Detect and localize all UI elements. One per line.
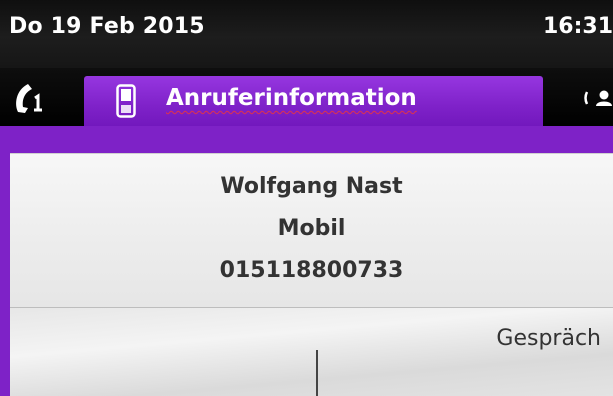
tab-contacts[interactable] — [580, 68, 613, 126]
softkey-area: Gespräch — [10, 307, 613, 396]
tab-caller-info[interactable]: Anruferinformation — [84, 76, 543, 126]
caller-info-panel: Wolfgang Nast Mobil 015118800733 — [10, 153, 613, 307]
tab-bar: Anruferinformation — [0, 68, 613, 126]
caller-number: 015118800733 — [219, 258, 404, 283]
clock-display: 16:31 — [542, 14, 613, 39]
mobile-phone-icon — [116, 84, 136, 122]
caller-name: Wolfgang Nast — [220, 174, 403, 199]
date-display: Do 19 Feb 2015 — [9, 14, 205, 39]
status-bar: Do 19 Feb 2015 16:31 — [0, 0, 613, 68]
phone-screen: Do 19 Feb 2015 16:31 Anruferinformation — [0, 0, 613, 396]
softkey-conversation-button[interactable]: Gespräch — [496, 326, 601, 351]
caller-number-type: Mobil — [277, 216, 346, 241]
tab-caller-info-label: Anruferinformation — [166, 85, 417, 111]
softkey-divider — [316, 350, 318, 396]
tab-calls[interactable] — [0, 68, 84, 126]
